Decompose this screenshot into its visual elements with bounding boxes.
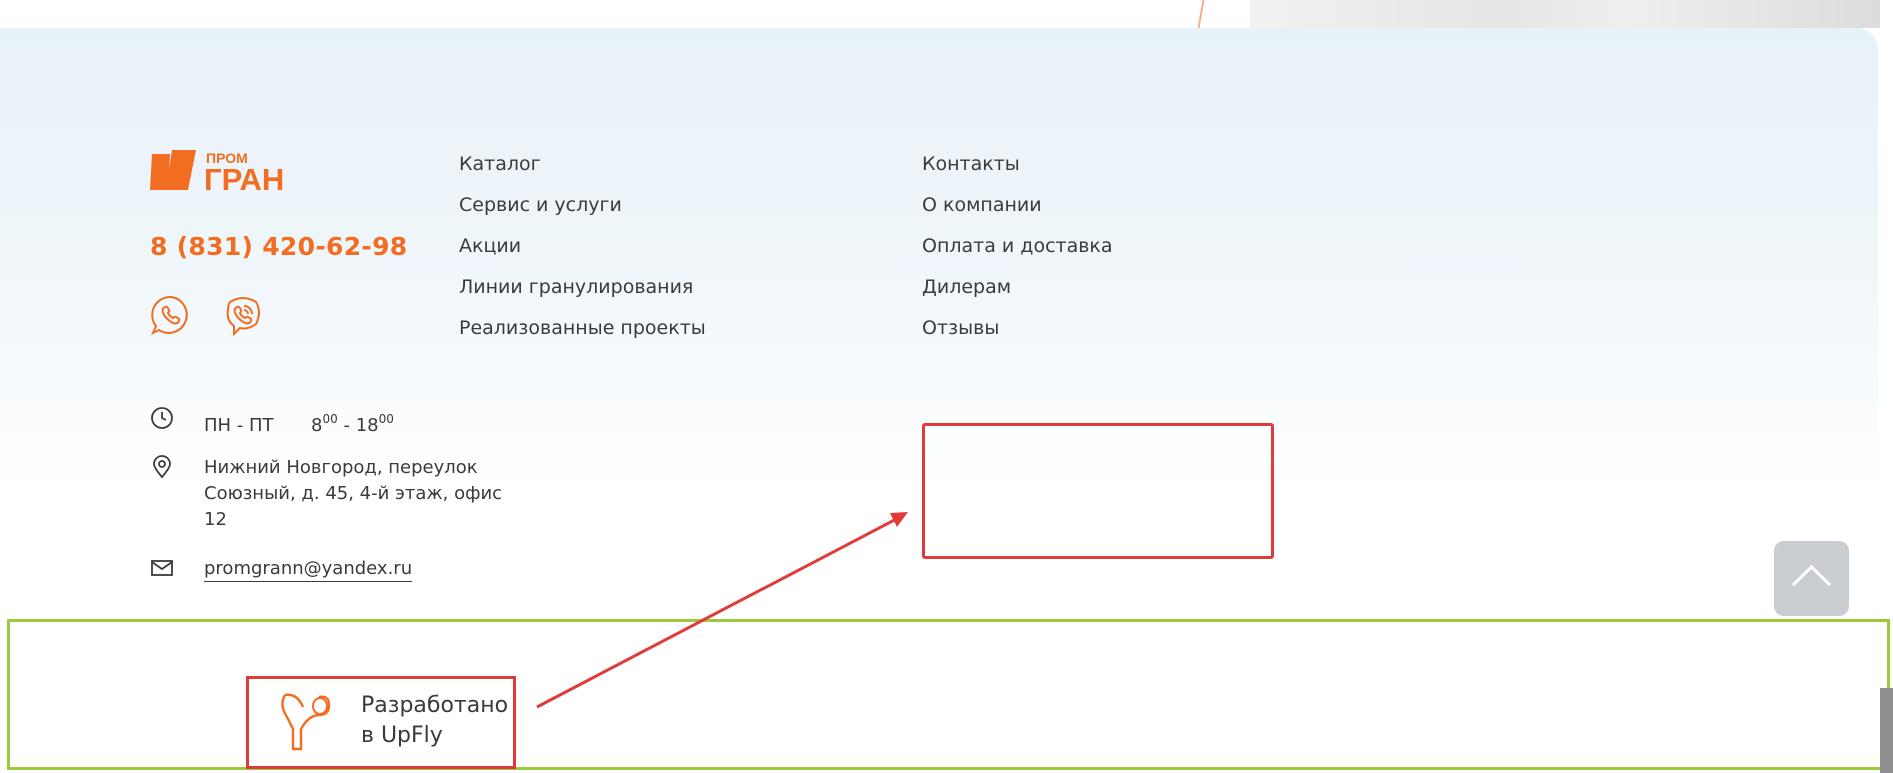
- map-fragment: [1250, 0, 1880, 28]
- email-row: promgrann@yandex.ru: [150, 556, 413, 582]
- working-hours: ПН - ПТ 800 - 1800: [150, 406, 394, 439]
- developer-credit-text: Разработано в UpFly: [361, 691, 508, 751]
- email-link[interactable]: promgrann@yandex.ru: [204, 558, 413, 582]
- hours-to-minutes: 00: [378, 412, 394, 426]
- developer-credit-link[interactable]: Разработано в UpFly: [246, 676, 516, 769]
- address-line: 12: [204, 509, 227, 530]
- hours-from-minutes: 00: [322, 412, 338, 426]
- hours-days: ПН - ПТ: [204, 415, 274, 436]
- hours-from: 8: [311, 415, 323, 436]
- logo-mark-icon: ПРОМ ГРАН: [150, 150, 284, 197]
- nav-link-granulation-lines[interactable]: Линии гранулирования: [459, 276, 706, 317]
- scrollbar-thumb[interactable]: [1880, 688, 1893, 773]
- nav-column-company: Контакты О компании Оплата и доставка Ди…: [922, 153, 1113, 358]
- viber-icon[interactable]: [222, 294, 264, 337]
- nav-link-contacts[interactable]: Контакты: [922, 153, 1113, 194]
- promgran-logo[interactable]: ПРОМ ГРАН: [150, 148, 310, 197]
- developer-line: Разработано: [361, 693, 509, 718]
- decorative-line: [1197, 0, 1205, 28]
- hours-to: 18: [355, 415, 379, 436]
- nav-link-catalog[interactable]: Каталог: [459, 153, 706, 194]
- phone-link[interactable]: 8 (831) 420-62-98: [150, 232, 407, 261]
- annotation-target-box: [922, 423, 1274, 559]
- email-wrap: promgrann@yandex.ru: [204, 556, 413, 582]
- slingshot-icon: [281, 693, 331, 751]
- logo-bottom-text: ГРАН: [204, 162, 284, 192]
- nav-link-promotions[interactable]: Акции: [459, 235, 706, 276]
- address-text: Нижний Новгород, переулок Союзный, д. 45…: [204, 455, 502, 533]
- address-line: Нижний Новгород, переулок: [204, 457, 478, 478]
- top-strip: [0, 0, 1893, 30]
- hours-text: ПН - ПТ 800 - 1800: [204, 406, 394, 439]
- developer-line: в UpFly: [361, 723, 443, 748]
- nav-column-catalog: Каталог Сервис и услуги Акции Линии гран…: [459, 153, 706, 358]
- page-root: ПРОМ ГРАН 8 (831) 420-62-98 Каталог Серв…: [0, 0, 1893, 773]
- nav-link-projects[interactable]: Реализованные проекты: [459, 317, 706, 358]
- nav-link-payment-delivery[interactable]: Оплата и доставка: [922, 235, 1113, 276]
- whatsapp-icon[interactable]: [150, 294, 192, 336]
- nav-link-services[interactable]: Сервис и услуги: [459, 194, 706, 235]
- chevron-up-icon: [1791, 564, 1832, 587]
- location-pin-icon: [153, 455, 171, 479]
- address: Нижний Новгород, переулок Союзный, д. 45…: [150, 455, 502, 533]
- scroll-to-top-button[interactable]: [1774, 541, 1849, 616]
- nav-link-about[interactable]: О компании: [922, 194, 1113, 235]
- nav-link-reviews[interactable]: Отзывы: [922, 317, 1113, 358]
- nav-link-dealers[interactable]: Дилерам: [922, 276, 1113, 317]
- clock-icon: [151, 407, 173, 429]
- hours-separator: -: [337, 415, 356, 436]
- mail-icon: [151, 560, 173, 576]
- address-line: Союзный, д. 45, 4-й этаж, офис: [204, 483, 503, 504]
